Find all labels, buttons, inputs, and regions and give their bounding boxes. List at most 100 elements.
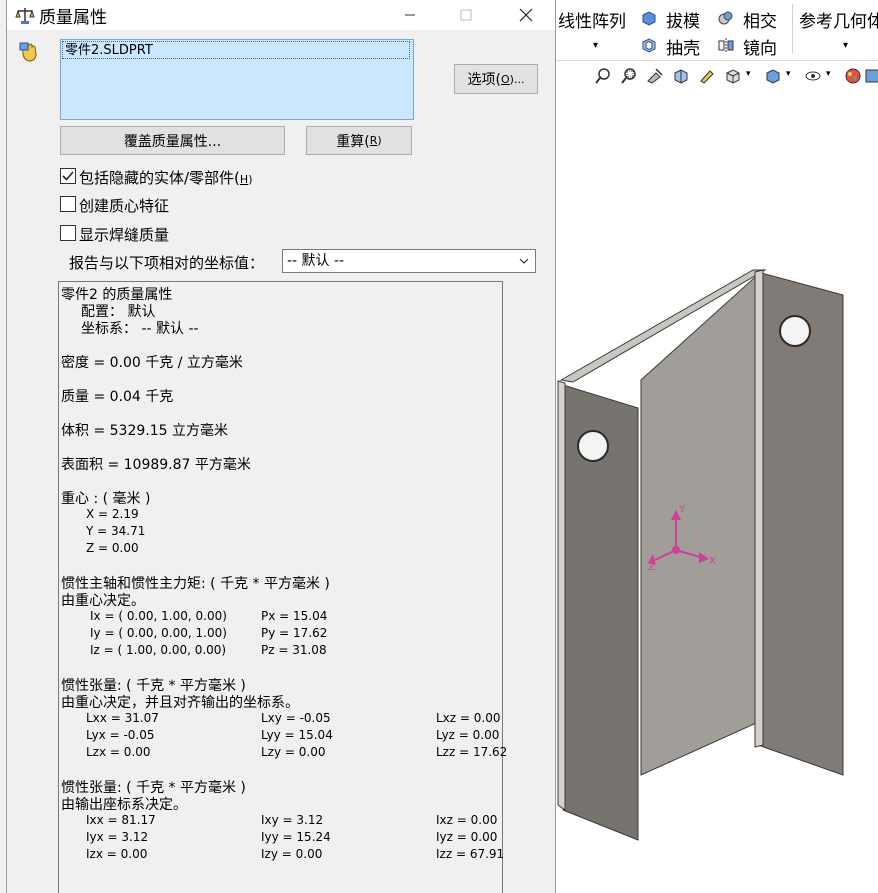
close-button[interactable] [503, 0, 549, 30]
left-flange-hole [577, 430, 609, 462]
tensor-cell: Lxy = -0.05 [261, 711, 331, 725]
report-com-z: Z = 0.00 [86, 541, 139, 555]
tensor-cell: Lzx = 0.00 [86, 745, 151, 759]
selected-items-list[interactable]: 零件2.SLDPRT [60, 39, 414, 120]
tensor-cell: Lyy = 15.04 [261, 728, 333, 742]
maximize-button[interactable] [443, 0, 489, 30]
report-principal-moment: Py = 17.62 [261, 626, 328, 640]
show-weld-mass-checkbox[interactable] [60, 225, 76, 241]
hide-show-dropdown-icon[interactable]: ▾ [826, 69, 831, 79]
report-volume: 体积 = 5329.15 立方毫米 [61, 423, 228, 439]
draft-button[interactable]: 拔模 [666, 7, 700, 32]
dialog-title: 质量属性 [39, 8, 107, 28]
tensor-cell: Lyx = -0.05 [86, 728, 155, 742]
tensor-cell: Lzz = 17.62 [436, 745, 508, 759]
view-orientation-icon[interactable] [724, 67, 742, 85]
override-mass-properties-button[interactable]: 覆盖质量属性... [60, 126, 285, 155]
reference-geometry-button[interactable]: 参考几何体 [799, 7, 878, 32]
list-item[interactable]: 零件2.SLDPRT [62, 41, 410, 59]
tensor-cell: Lxz = 0.00 [436, 711, 501, 725]
dynamic-annotation-icon[interactable] [698, 67, 716, 85]
minimize-button[interactable] [387, 0, 433, 30]
report-surface-area: 表面积 = 10989.87 平方毫米 [61, 457, 251, 473]
previous-view-icon[interactable] [646, 67, 664, 85]
tensor-cell: Iyy = 15.24 [261, 830, 331, 844]
include-hidden-checkbox[interactable] [60, 168, 76, 184]
report-coord-system: 坐标系： -- 默认 -- [81, 321, 199, 337]
apply-scene-icon[interactable] [864, 67, 878, 85]
tensor-cell: Iyx = 3.12 [86, 830, 149, 844]
scale-balance-icon [15, 8, 35, 24]
triad-y-label: Y [678, 504, 686, 515]
linear-pattern-button[interactable]: 线性阵列 [558, 7, 626, 32]
tensor-cell: Ixy = 3.12 [261, 813, 324, 827]
report-com-x: X = 2.19 [86, 507, 139, 521]
zoom-to-fit-icon[interactable] [594, 67, 612, 85]
coordinate-system-value: -- 默认 -- [287, 253, 345, 269]
create-com-feature-checkbox[interactable] [60, 196, 76, 212]
intersect-icon [718, 11, 733, 25]
tensor-cell: Izx = 0.00 [86, 847, 148, 861]
tensor-cell: Lyz = 0.00 [436, 728, 500, 742]
part-3d-model[interactable]: Y X Z [553, 250, 878, 850]
zoom-to-area-icon[interactable] [620, 67, 638, 85]
report-com-y: Y = 34.71 [86, 524, 146, 538]
report-com-title: 重心 : ( 毫米 ) [61, 491, 151, 507]
mirror-icon [718, 38, 734, 52]
triad-z-label: Z [648, 562, 655, 573]
check-mark-icon [62, 171, 74, 181]
tensor-cell: Lzy = 0.00 [261, 745, 326, 759]
triad-x-label: X [709, 556, 716, 567]
shell-button[interactable]: 抽壳 [666, 34, 700, 59]
feature-ribbon: 线性阵列 ▾ 拔模 相交 参考几何体 ▾ 抽壳 镜向 [553, 0, 878, 61]
maximize-icon [460, 9, 472, 21]
tensor-cell: Ixx = 81.17 [86, 813, 156, 827]
include-hidden-label[interactable]: 包括隐藏的实体/零部件(H) [79, 167, 253, 188]
mass-properties-dialog: 质量属性 零件2.SLDPRT 选项(O)... 覆盖质量属性... 重算(R)… [6, 0, 556, 893]
report-principal-moment: Pz = 31.08 [261, 643, 327, 657]
report-mass: 质量 = 0.04 千克 [61, 389, 174, 405]
tensor-cell: Izz = 67.91 [436, 847, 505, 861]
report-tensor1-sub: 由重心决定，并且对齐输出的坐标系。 [61, 695, 299, 711]
tensor-cell: Lxx = 31.07 [86, 711, 159, 725]
minimize-icon [405, 14, 415, 16]
view-toolbar: ▾ ▾ ▾ [590, 64, 878, 88]
tensor-cell: Ixz = 0.00 [436, 813, 498, 827]
recalculate-button[interactable]: 重算(R) [306, 126, 412, 155]
chevron-down-icon [519, 258, 529, 264]
shell-icon [642, 38, 656, 53]
report-density: 密度 = 0.00 千克 / 立方毫米 [61, 355, 243, 371]
mirror-button[interactable]: 镜向 [743, 34, 777, 59]
display-style-icon[interactable] [764, 67, 782, 85]
report-principal-sub: 由重心决定。 [61, 593, 145, 609]
coordinate-system-select[interactable]: -- 默认 -- [282, 249, 536, 273]
close-icon [519, 8, 533, 22]
create-com-feature-label[interactable]: 创建质心特征 [79, 195, 169, 216]
hide-show-items-icon[interactable] [804, 67, 822, 85]
intersect-button[interactable]: 相交 [743, 7, 777, 32]
section-view-icon[interactable] [672, 67, 690, 85]
report-principal-axis: Iz = ( 1.00, 0.00, 0.00) [90, 643, 227, 657]
report-tensor2-sub: 由输出座标系决定。 [61, 797, 187, 813]
linear-pattern-dropdown-icon[interactable]: ▾ [593, 40, 598, 51]
select-hand-icon[interactable] [19, 42, 41, 64]
draft-icon [642, 11, 656, 26]
edit-appearance-icon[interactable] [844, 67, 862, 85]
ribbon-separator [792, 4, 793, 54]
reference-geometry-dropdown-icon[interactable]: ▾ [843, 40, 848, 51]
view-orientation-dropdown-icon[interactable]: ▾ [746, 69, 751, 79]
mass-properties-report[interactable]: 零件2 的质量属性 配置： 默认 坐标系： -- 默认 -- 密度 = 0.00… [58, 281, 507, 893]
report-principal-axis: Iy = ( 0.00, 0.00, 1.00) [90, 626, 227, 640]
bracket-left-bend [557, 380, 566, 811]
tensor-cell: Izy = 0.00 [261, 847, 323, 861]
report-principal-moment: Px = 15.04 [261, 609, 328, 623]
dialog-titlebar[interactable]: 质量属性 [7, 0, 555, 30]
display-style-dropdown-icon[interactable]: ▾ [786, 69, 791, 79]
bracket-right-bend [754, 269, 764, 748]
options-button[interactable]: 选项(O)... [454, 64, 538, 94]
bracket-right-flange [757, 271, 844, 776]
coordinate-system-label: 报告与以下项相对的坐标值： [69, 254, 265, 272]
bracket-web-face [640, 268, 764, 776]
tensor-cell: Iyz = 0.00 [436, 830, 498, 844]
show-weld-mass-label[interactable]: 显示焊缝质量 [79, 224, 169, 245]
